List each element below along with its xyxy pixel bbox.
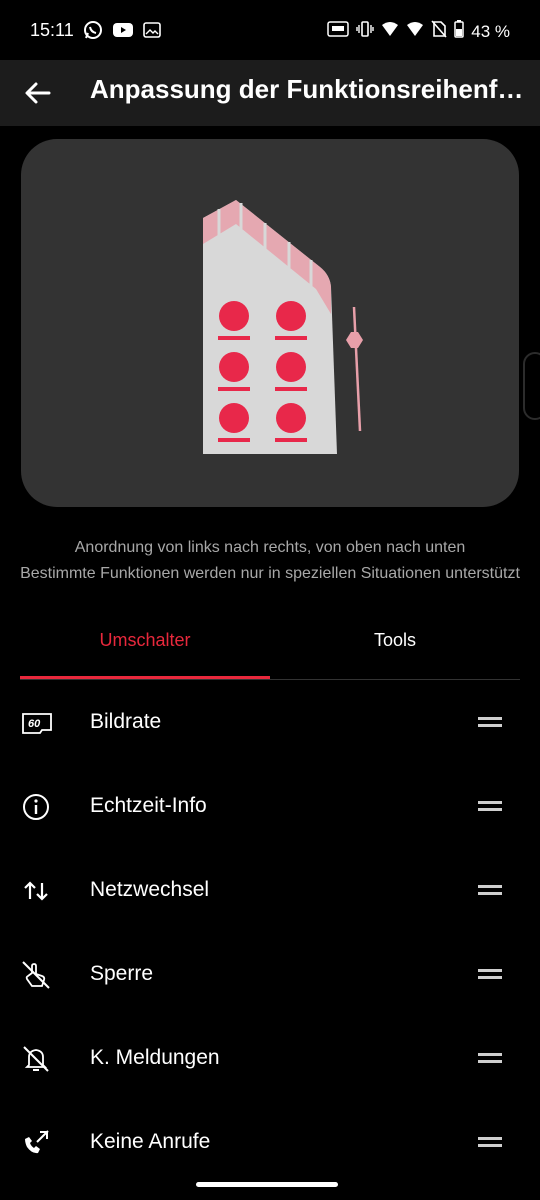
frame-rate-icon: 60 [20, 707, 52, 739]
list-item-label: K. Meldungen [90, 1046, 220, 1069]
drag-handle-icon[interactable] [478, 799, 502, 815]
youtube-icon [112, 21, 134, 44]
vibrate-icon [356, 20, 374, 43]
home-indicator[interactable] [196, 1182, 338, 1187]
info-icon [20, 791, 52, 823]
list-item-realtime-info[interactable]: Echtzeit-Info [0, 765, 540, 849]
tab-divider [20, 679, 520, 680]
phone-panel-illustration [203, 200, 363, 454]
image-icon [143, 22, 161, 43]
call-block-icon [20, 1127, 52, 1159]
list-item-lock[interactable]: Sperre [0, 933, 540, 1017]
refresh-rate-icon [327, 20, 349, 43]
tab-label: Umschalter [99, 630, 191, 650]
list-item-framerate[interactable]: 60 Bildrate [0, 681, 540, 765]
drag-handle-icon[interactable] [478, 883, 502, 899]
whatsapp-icon [83, 20, 103, 45]
wifi-icon [381, 21, 399, 42]
page-title: Anpassung der Funktionsreihenfolge [90, 74, 530, 104]
app-bar: Anpassung der Funktionsreihenfolge [0, 60, 540, 126]
edge-handle [523, 352, 540, 420]
tab-toggles[interactable]: Umschalter [20, 630, 270, 680]
list-item-network-switch[interactable]: Netzwechsel [0, 849, 540, 933]
list-item-no-notifications[interactable]: K. Meldungen [0, 1017, 540, 1101]
drag-handle-icon[interactable] [478, 1051, 502, 1067]
signal-icon [406, 21, 424, 42]
list-item-label: Netzwechsel [90, 878, 210, 901]
list-item-label: Bildrate [90, 710, 162, 733]
list-item-no-calls[interactable]: Keine Anrufe [0, 1101, 540, 1185]
status-bar: 15:11 43 % [0, 0, 540, 60]
touch-lock-icon [20, 959, 52, 991]
drag-handle-icon[interactable] [478, 967, 502, 983]
battery-icon [454, 20, 464, 43]
support-note: Bestimmte Funktionen werden nur in spezi… [20, 565, 520, 582]
tab-tools[interactable]: Tools [270, 630, 520, 680]
list-item-label: Echtzeit-Info [90, 794, 207, 817]
notifications-off-icon [20, 1043, 52, 1075]
illustration-card [21, 139, 519, 507]
back-arrow-icon[interactable] [22, 77, 54, 109]
list-item-label: Keine Anrufe [90, 1130, 211, 1153]
list-item-label: Sperre [90, 962, 154, 985]
battery-percent: 43 % [471, 21, 510, 41]
no-sim-icon [431, 20, 447, 43]
frame-rate-value: 60 [28, 718, 41, 730]
drag-handle-icon[interactable] [478, 1135, 502, 1151]
order-description: Anordnung von links nach rechts, von obe… [74, 539, 466, 556]
drag-handle-icon[interactable] [478, 715, 502, 731]
status-time: 15:11 [30, 20, 74, 40]
tab-label: Tools [373, 630, 417, 650]
network-switch-icon [20, 875, 52, 907]
